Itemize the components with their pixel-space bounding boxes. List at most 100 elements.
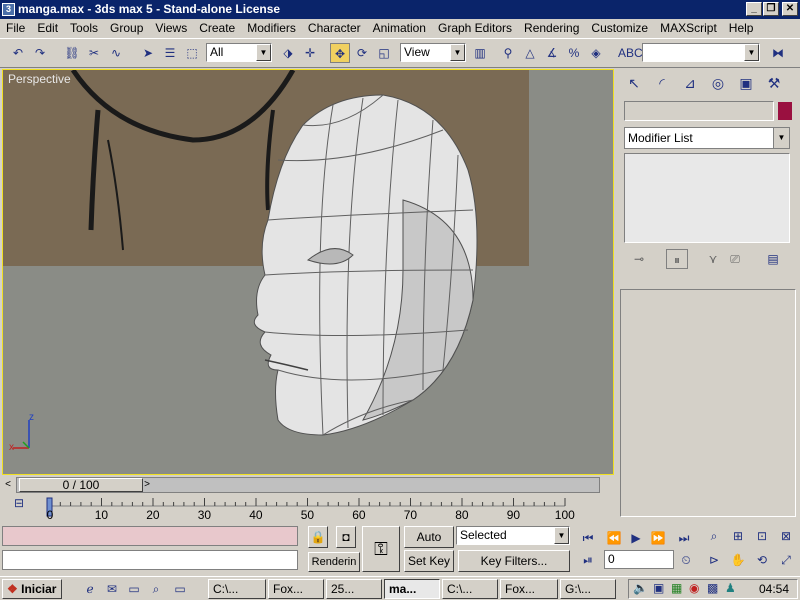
restore-button[interactable]: ❐: [763, 2, 779, 16]
time-slider-track[interactable]: 0 / 100: [16, 477, 600, 493]
pin-stack-icon[interactable]: ⊸: [628, 249, 650, 269]
previous-frame-icon[interactable]: ⏪: [604, 528, 624, 548]
go-to-end-icon[interactable]: ⏭: [674, 528, 694, 548]
track-bar[interactable]: ⊟ 0 10 20 30 40 50 60 70 80 90 100: [0, 494, 616, 524]
lock-selection-icon[interactable]: 🔒: [308, 526, 328, 548]
modifier-list-dropdown[interactable]: Modifier List ▼: [624, 127, 790, 149]
modifier-stack[interactable]: [624, 153, 790, 243]
bind-space-warp-icon[interactable]: ∿: [106, 43, 126, 63]
close-button[interactable]: ✕: [782, 2, 798, 16]
key-mode-dropdown[interactable]: Selected ▼: [456, 526, 570, 545]
menu-animation[interactable]: Animation: [367, 19, 432, 38]
display-tab-icon[interactable]: ▣: [734, 71, 758, 95]
select-and-move-icon[interactable]: ✥: [330, 43, 350, 63]
go-to-start-icon[interactable]: ⏮: [578, 528, 598, 548]
key-icon[interactable]: ⚿: [362, 526, 400, 572]
select-and-scale-icon[interactable]: ◱: [374, 43, 394, 63]
zoom-extents-icon[interactable]: ⊡: [752, 526, 772, 546]
task-button-foxit-2[interactable]: Fox...: [500, 579, 558, 599]
menu-views[interactable]: Views: [149, 19, 193, 38]
select-object-icon[interactable]: ➤: [138, 43, 158, 63]
select-by-name-icon[interactable]: ☰: [160, 43, 180, 63]
key-filters-button[interactable]: Key Filters...: [458, 550, 570, 572]
menu-edit[interactable]: Edit: [31, 19, 64, 38]
task-button-drive[interactable]: G:\...: [560, 579, 616, 599]
menu-rendering[interactable]: Rendering: [518, 19, 585, 38]
menu-file[interactable]: File: [0, 19, 31, 38]
auto-key-button[interactable]: Auto Key: [404, 526, 454, 564]
field-of-view-icon[interactable]: ⊳: [704, 550, 724, 570]
viewport-label[interactable]: Perspective: [8, 72, 71, 86]
volume-icon[interactable]: 🔈: [633, 581, 648, 595]
rendering-button[interactable]: Renderin: [308, 552, 360, 572]
edit-named-selections-icon[interactable]: ABC: [618, 43, 643, 63]
menu-group[interactable]: Group: [104, 19, 149, 38]
select-and-link-icon[interactable]: ⛓: [62, 43, 82, 63]
object-color-swatch[interactable]: [778, 102, 792, 120]
task-button-explorer-2[interactable]: C:\...: [442, 579, 498, 599]
angle-snap-icon[interactable]: ∡: [542, 43, 562, 63]
task-button-browser[interactable]: 25...: [326, 579, 382, 599]
perspective-viewport[interactable]: z x Perspective: [2, 69, 614, 475]
task-button-foxit[interactable]: Fox...: [268, 579, 324, 599]
menu-tools[interactable]: Tools: [64, 19, 104, 38]
current-frame-field[interactable]: 0: [604, 550, 674, 569]
internet-explorer-icon[interactable]: ℯ: [80, 579, 100, 599]
next-frame-icon[interactable]: ⏩: [648, 528, 668, 548]
menu-help[interactable]: Help: [723, 19, 760, 38]
start-button[interactable]: ❖ Iniciar: [2, 579, 62, 599]
rectangular-selection-icon[interactable]: ⬚: [182, 43, 202, 63]
folder-icon[interactable]: ▭: [170, 579, 190, 599]
3ds-max-icon[interactable]: 3: [2, 3, 15, 16]
menu-create[interactable]: Create: [193, 19, 241, 38]
tray-utility-icon[interactable]: ▩: [707, 581, 718, 595]
zoom-extents-all-icon[interactable]: ⊠: [776, 526, 796, 546]
task-button-3dsmax[interactable]: ma...: [384, 579, 440, 599]
menu-maxscript[interactable]: MAXScript: [654, 19, 723, 38]
prompt-line-field[interactable]: [2, 550, 298, 570]
key-mode-toggle-icon[interactable]: ⏯: [578, 550, 598, 570]
menu-customize[interactable]: Customize: [585, 19, 654, 38]
play-icon[interactable]: ▶: [626, 528, 646, 548]
create-tab-icon[interactable]: ↖: [622, 71, 646, 95]
named-selection-dropdown[interactable]: ▼: [642, 43, 760, 62]
modify-tab-icon[interactable]: ◜: [650, 71, 674, 95]
minimize-button[interactable]: _: [746, 2, 762, 16]
show-end-result-icon[interactable]: ⏸: [666, 249, 688, 269]
select-and-move-disabled-icon[interactable]: ✛: [300, 43, 320, 63]
motion-tab-icon[interactable]: ◎: [706, 71, 730, 95]
utilities-tab-icon[interactable]: ⚒: [762, 71, 786, 95]
pan-icon[interactable]: ✋: [728, 550, 748, 570]
outlook-express-icon[interactable]: ✉: [102, 579, 122, 599]
selection-filter-dropdown[interactable]: All ▼: [206, 43, 272, 62]
time-slider-thumb[interactable]: 0 / 100: [19, 478, 143, 492]
time-slider-next-button[interactable]: >: [140, 477, 154, 493]
pivot-point-center-icon[interactable]: ▥: [470, 43, 490, 63]
show-desktop-icon[interactable]: ▭: [124, 579, 144, 599]
select-and-manipulate-icon[interactable]: ⚲: [498, 43, 518, 63]
remove-modifier-icon[interactable]: ⎚: [724, 249, 746, 269]
menu-modifiers[interactable]: Modifiers: [241, 19, 302, 38]
redo-icon[interactable]: ↷: [30, 43, 50, 63]
select-and-rotate-icon[interactable]: ⟳: [352, 43, 372, 63]
spinner-snap-icon[interactable]: ◈: [586, 43, 606, 63]
messenger-icon[interactable]: ♟: [725, 581, 736, 595]
unlink-icon[interactable]: ✂: [84, 43, 104, 63]
menu-character[interactable]: Character: [302, 19, 367, 38]
configure-modifier-sets-icon[interactable]: ▤: [762, 249, 784, 269]
mirror-icon[interactable]: ⧓: [768, 43, 788, 63]
window-crossing-icon[interactable]: ⬗: [278, 43, 298, 63]
antivirus-icon[interactable]: ◉: [689, 581, 699, 595]
object-name-field[interactable]: [624, 101, 774, 121]
hierarchy-tab-icon[interactable]: ⊿: [678, 71, 702, 95]
tray-app-icon[interactable]: ▦: [671, 581, 682, 595]
maximize-viewport-icon[interactable]: ⤢: [776, 550, 796, 570]
percent-snap-icon[interactable]: %: [564, 43, 584, 63]
snaps-toggle-icon[interactable]: △: [520, 43, 540, 63]
absolute-mode-icon[interactable]: ◘: [336, 526, 356, 548]
time-configuration-icon[interactable]: ⏲: [676, 550, 696, 570]
time-slider-prev-button[interactable]: <: [1, 477, 15, 493]
maxscript-listener-field[interactable]: [2, 526, 298, 546]
make-unique-icon[interactable]: ⋎: [702, 249, 724, 269]
zoom-icon[interactable]: ⌕: [704, 526, 724, 546]
